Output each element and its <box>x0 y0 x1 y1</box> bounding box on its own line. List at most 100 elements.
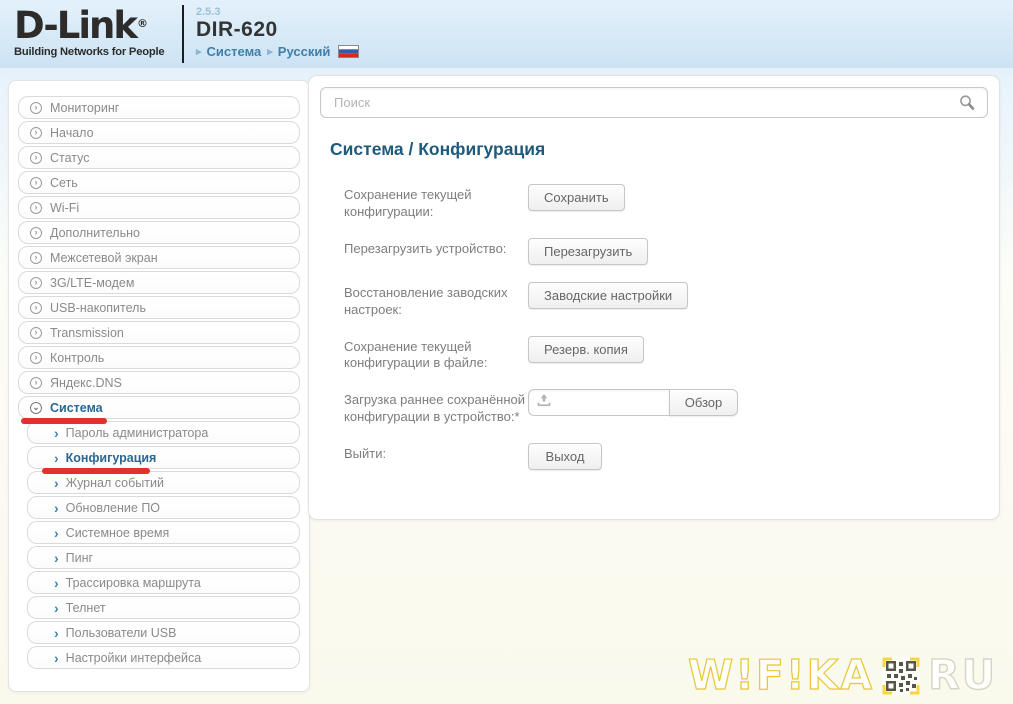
dlink-logo-text: D-Link ® <box>14 4 148 47</box>
form-row-factory-reset: Восстановление заводских настроек: Завод… <box>344 281 999 319</box>
sidebar-item-ping[interactable]: › Пинг <box>27 546 300 569</box>
sidebar-item-usb-users[interactable]: › Пользователи USB <box>27 621 300 644</box>
sidebar-item-label: Телнет <box>65 600 106 615</box>
page-title: Система / Конфигурация <box>330 139 546 159</box>
sidebar-item-label: Дополнительно <box>50 225 140 240</box>
chevron-right-circle-icon: › <box>30 251 42 264</box>
chevron-right-icon: › <box>54 424 59 441</box>
chevron-right-circle-icon: › <box>30 151 42 164</box>
form-row-save-config: Сохранение текущей конфигурации: Сохрани… <box>344 184 999 221</box>
sidebar-item-label: Трассировка маршрута <box>65 575 201 590</box>
sidebar-item-yandex-dns[interactable]: › Яндекс.DNS <box>18 371 300 394</box>
sidebar-item-label: Система <box>50 400 103 415</box>
row-label: Восстановление заводских настроек: <box>344 284 508 317</box>
chevron-right-icon: › <box>54 624 59 641</box>
sidebar-item-label: Контроль <box>50 350 105 365</box>
sidebar-item-usb-storage[interactable]: › USB-накопитель <box>18 296 300 319</box>
sidebar-item-status[interactable]: › Статус <box>18 146 300 169</box>
sidebar-item-label: Сеть <box>50 175 78 190</box>
sidebar-item-control[interactable]: › Контроль <box>18 346 300 369</box>
breadcrumb-arrow-icon: ▸ <box>196 46 202 58</box>
sidebar-item-label: Transmission <box>50 325 124 340</box>
sidebar-item-system[interactable]: ⌄ Система <box>18 396 300 424</box>
file-upload-control: Обзор <box>528 389 738 417</box>
chevron-right-icon: › <box>54 549 59 566</box>
logout-button[interactable]: Выход <box>528 443 602 471</box>
main-content-panel: Система / Конфигурация Сохранение текуще… <box>308 75 1000 520</box>
sidebar-item-firewall[interactable]: › Межсетевой экран <box>18 246 300 269</box>
logo-tagline: Building Networks for People <box>14 46 165 58</box>
sidebar-item-monitoring[interactable]: › Мониторинг <box>18 96 300 119</box>
search-icon[interactable] <box>958 94 976 117</box>
file-input[interactable] <box>528 389 669 417</box>
chevron-down-circle-icon: ⌄ <box>30 401 42 414</box>
sidebar-item-label: Начало <box>50 125 94 140</box>
sidebar-item-interface-settings[interactable]: › Настройки интерфейса <box>27 646 300 669</box>
chevron-right-icon: › <box>54 499 59 516</box>
sidebar-item-label: Пинг <box>65 550 94 565</box>
wifika-ru-watermark: W!F!KA RU <box>687 651 997 699</box>
chevron-right-circle-icon: › <box>30 176 42 189</box>
sidebar-menu: › Мониторинг › Начало › Статус › Сеть › Wi-Fi… <box>8 80 310 692</box>
browse-button[interactable]: Обзор <box>669 389 738 417</box>
sidebar-item-label: Яндекс.DNS <box>50 375 122 390</box>
model-block: 2.5.3 DIR-620 ▸ Система ▸ Русский <box>196 0 360 59</box>
reboot-button[interactable]: Перезагрузить <box>528 237 649 265</box>
upload-icon <box>537 393 551 412</box>
sidebar-item-label: USB-накопитель <box>50 300 146 315</box>
factory-reset-button[interactable]: Заводские настройки <box>528 281 689 309</box>
device-model: DIR-620 <box>196 18 278 41</box>
sidebar-item-wifi[interactable]: › Wi-Fi <box>18 196 300 219</box>
form-row-restore-config: Загрузка раннее сохранённой конфигурации… <box>344 389 999 426</box>
sidebar-item-label: Пользователи USB <box>65 625 177 640</box>
configuration-form: Сохранение текущей конфигурации: Сохрани… <box>344 184 999 471</box>
sidebar-item-system-time[interactable]: › Системное время <box>27 521 300 544</box>
chevron-right-circle-icon: › <box>30 376 42 389</box>
row-label: Перезагрузить устройство: <box>344 240 507 256</box>
sidebar-item-network[interactable]: › Сеть <box>18 171 300 194</box>
chevron-right-circle-icon: › <box>30 126 42 139</box>
sidebar-item-configuration[interactable]: › Конфигурация <box>27 446 300 474</box>
sidebar-item-label: Wi-Fi <box>50 200 80 215</box>
header-divider <box>182 5 184 63</box>
chevron-right-icon: › <box>54 524 59 541</box>
row-label: Загрузка раннее сохранённой конфигурации… <box>344 392 526 425</box>
sidebar-item-advanced[interactable]: › Дополнительно <box>18 221 300 244</box>
russian-flag-icon[interactable] <box>338 45 360 58</box>
sidebar-item-start[interactable]: › Начало <box>18 121 300 144</box>
sidebar-item-traceroute[interactable]: › Трассировка маршрута <box>27 571 300 594</box>
row-label: Сохранение текущей конфигурации в файле: <box>344 338 488 371</box>
sidebar-item-label: Системное время <box>65 525 170 540</box>
chevron-right-icon: › <box>54 449 59 466</box>
sidebar-item-admin-password[interactable]: › Пароль администратора <box>27 421 300 444</box>
breadcrumb-language[interactable]: Русский <box>278 44 331 59</box>
breadcrumb-system[interactable]: Система <box>207 44 262 59</box>
sidebar-item-label: Пароль администратора <box>65 425 209 440</box>
sidebar-item-event-log[interactable]: › Журнал событий <box>27 471 300 494</box>
sidebar-item-label: Обновление ПО <box>65 500 161 515</box>
header: D-Link ® Building Networks for People 2.5… <box>0 0 1013 68</box>
logo-wordmark: D-Link <box>14 4 138 47</box>
sidebar-item-firmware-update[interactable]: › Обновление ПО <box>27 496 300 519</box>
search-input[interactable] <box>320 87 988 118</box>
save-button[interactable]: Сохранить <box>528 184 625 211</box>
search-bar <box>320 87 988 118</box>
sidebar-item-label: Статус <box>50 150 90 165</box>
watermark-text-left: W!F!KA <box>687 651 875 699</box>
sidebar-item-label: Конфигурация <box>65 450 157 465</box>
sidebar-item-transmission[interactable]: › Transmission <box>18 321 300 344</box>
sidebar-item-label: Настройки интерфейса <box>65 650 202 665</box>
qr-code-icon <box>881 656 921 696</box>
sidebar-item-telnet[interactable]: › Телнет <box>27 596 300 619</box>
watermark-text-right: RU <box>927 651 997 699</box>
chevron-right-icon: › <box>54 574 59 591</box>
form-row-logout: Выйти: Выход <box>344 443 999 471</box>
sidebar-item-3g-lte-modem[interactable]: › 3G/LTE-модем <box>18 271 300 294</box>
registered-mark: ® <box>136 17 148 30</box>
dlink-logo: D-Link ® Building Networks for People <box>14 4 166 59</box>
backup-button[interactable]: Резерв. копия <box>528 335 644 363</box>
sidebar-item-label: Мониторинг <box>50 100 120 115</box>
chevron-right-circle-icon: › <box>30 351 42 364</box>
form-row-backup: Сохранение текущей конфигурации в файле:… <box>344 335 999 373</box>
sidebar-item-label: 3G/LTE-модем <box>50 275 135 290</box>
